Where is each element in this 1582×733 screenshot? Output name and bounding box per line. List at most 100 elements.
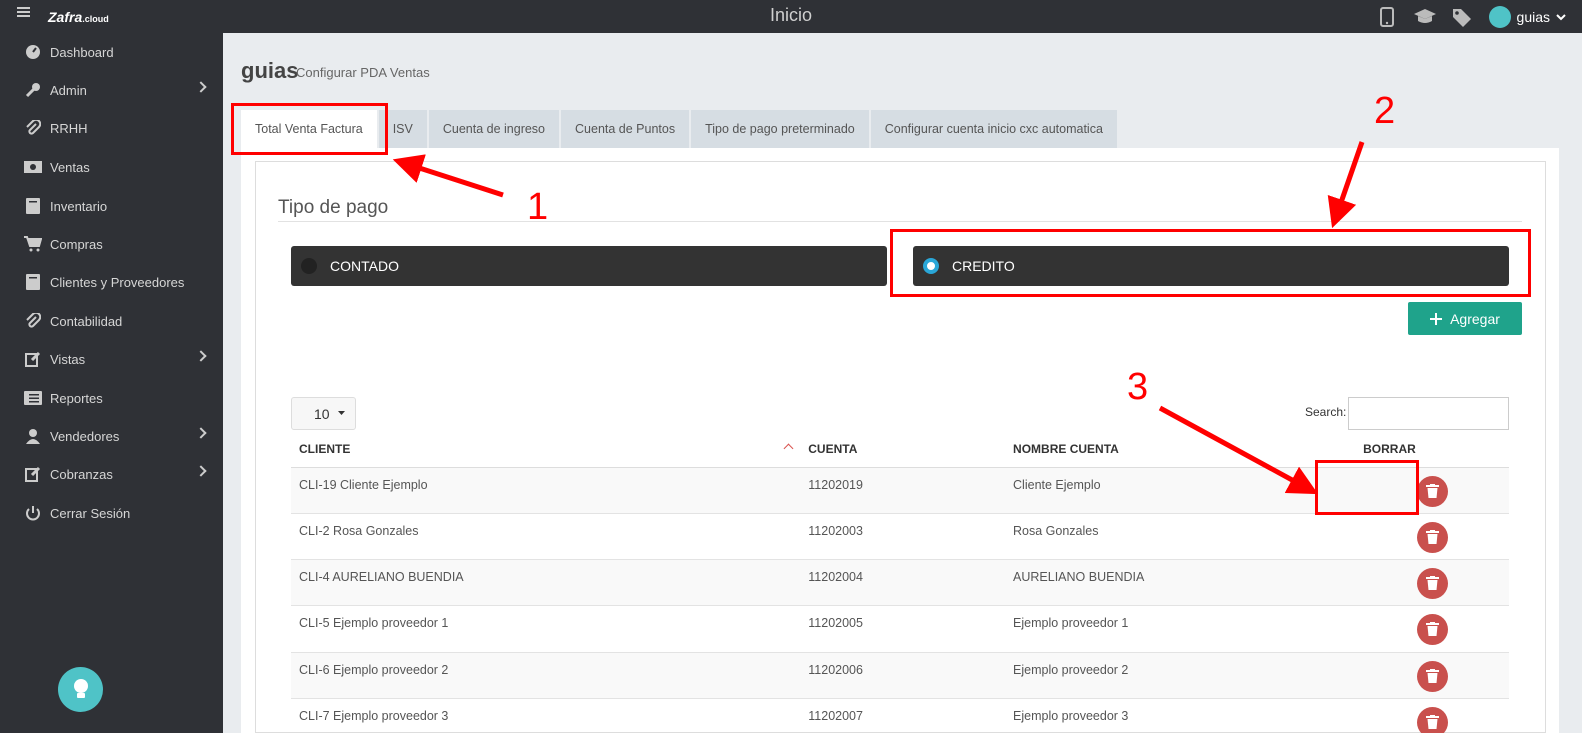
table-row: CLI-5 Ejemplo proveedor 1 11202005 Ejemplo…	[291, 605, 1509, 653]
plus-icon	[1430, 312, 1443, 325]
graduation-cap-icon[interactable]	[1413, 6, 1437, 28]
sidebar-item-admin[interactable]: Admin	[0, 72, 223, 108]
delete-button[interactable]	[1416, 568, 1448, 600]
tab-cuenta-ingreso[interactable]: Cuenta de ingreso	[428, 110, 560, 148]
annotation-box-2	[890, 229, 1531, 297]
user-menu[interactable]: guias	[1488, 6, 1566, 28]
sidebar-item-inventario[interactable]: Inventario	[0, 188, 223, 224]
search-input[interactable]	[1348, 397, 1509, 430]
tab-tipo-pago-preterminado[interactable]: Tipo de pago preterminado	[691, 110, 869, 148]
sidebar-item-label: Cobranzas	[50, 466, 113, 482]
table-row: CLI-6 Ejemplo proveedor 2 11202006 Ejemplo…	[291, 652, 1509, 699]
annotation-number-3: 3	[1127, 366, 1149, 408]
help-lightbulb-button[interactable]	[58, 667, 103, 712]
sidebar-item-label: Contabilidad	[50, 313, 123, 329]
add-button[interactable]: Agregar	[1408, 302, 1522, 335]
cell-borrar	[1355, 605, 1509, 653]
avatar	[1488, 6, 1511, 28]
sidebar-item-cobranzas[interactable]: Cobranzas	[0, 456, 223, 492]
table-row: CLI-7 Ejemplo proveedor 3 11202007 Ejemplo…	[291, 698, 1509, 733]
cell-cuenta: 11202005	[800, 605, 1006, 653]
cell-cliente: CLI-19 Cliente Ejemplo	[291, 467, 801, 514]
cell-cliente: CLI-7 Ejemplo proveedor 3	[291, 698, 801, 733]
paperclip-icon	[24, 313, 42, 329]
trash-icon	[1425, 622, 1439, 637]
page-subtitle: Configurar PDA Ventas	[296, 65, 430, 80]
sidebar-item-label: Clientes y Proveedores	[50, 274, 185, 290]
mobile-icon[interactable]	[1375, 6, 1399, 28]
book-icon	[24, 198, 42, 214]
power-icon	[24, 505, 42, 521]
page-length-select[interactable]: 10	[291, 397, 356, 430]
delete-button[interactable]	[1416, 706, 1448, 733]
cell-borrar	[1355, 513, 1509, 561]
sidebar-item-label: Inventario	[50, 198, 108, 214]
list-icon	[24, 390, 42, 406]
cell-nombre-cuenta: Ejemplo proveedor 3	[1005, 698, 1356, 733]
annotation-number-1: 1	[527, 186, 549, 228]
column-header-nombre-cuenta[interactable]: NOMBRE CUENTA	[1005, 432, 1356, 468]
search-label: Search:	[1305, 405, 1347, 419]
book-icon	[24, 274, 42, 290]
delete-button[interactable]	[1416, 660, 1448, 692]
cell-borrar	[1355, 698, 1509, 733]
page-header-title: Inicio	[769, 5, 813, 25]
user-icon	[24, 428, 42, 444]
cell-cliente: CLI-2 Rosa Gonzales	[291, 513, 801, 561]
column-header-cuenta[interactable]: CUENTA	[800, 432, 1006, 468]
trash-icon	[1425, 714, 1439, 729]
sort-asc-icon	[783, 443, 794, 454]
sidebar-item-reportes[interactable]: Reportes	[0, 380, 223, 416]
radio-contado[interactable]: CONTADO	[291, 246, 887, 286]
column-header-label: CLIENTE	[299, 442, 351, 457]
page-title: guias	[241, 58, 299, 83]
cell-cliente: CLI-4 AURELIANO BUENDIA	[291, 559, 801, 607]
trash-icon	[1425, 576, 1439, 591]
delete-button[interactable]	[1416, 614, 1448, 646]
cell-nombre-cuenta: Rosa Gonzales	[1005, 513, 1356, 561]
cell-nombre-cuenta: AURELIANO BUENDIA	[1005, 559, 1356, 607]
sidebar-item-contabilidad[interactable]: Contabilidad	[0, 303, 223, 339]
delete-button[interactable]	[1416, 475, 1448, 507]
sidebar-item-dashboard[interactable]: Dashboard	[0, 34, 223, 70]
section-title: Tipo de pago	[278, 197, 389, 218]
delete-button[interactable]	[1416, 521, 1448, 553]
cell-nombre-cuenta: Ejemplo proveedor 1	[1005, 605, 1356, 653]
chevron-right-icon	[195, 427, 207, 439]
caret-down-icon	[337, 411, 345, 415]
cell-cuenta: 11202003	[800, 513, 1006, 561]
cart-icon	[24, 236, 42, 252]
column-header-cliente[interactable]: CLIENTE	[291, 432, 801, 468]
tab-cuenta-puntos[interactable]: Cuenta de Puntos	[561, 110, 690, 148]
cell-cuenta: 11202006	[800, 652, 1006, 699]
chevron-right-icon	[195, 465, 207, 477]
sidebar-item-label: Reportes	[50, 390, 103, 406]
tab-configurar-cuenta-cxc[interactable]: Configurar cuenta inicio cxc automatica	[870, 110, 1117, 148]
annotation-box-1	[231, 103, 388, 155]
trash-icon	[1425, 483, 1439, 498]
sidebar-item-vistas[interactable]: Vistas	[0, 341, 223, 377]
edit-icon	[24, 351, 42, 367]
sidebar-item-label: Dashboard	[50, 44, 114, 60]
top-bar: Zafra.cloud Inicio guias	[0, 0, 1582, 33]
cell-borrar	[1355, 652, 1509, 699]
page-length-value: 10	[314, 405, 330, 422]
sidebar-item-cerrar-sesion[interactable]: Cerrar Sesión	[0, 495, 223, 531]
sidebar-item-ventas[interactable]: Ventas	[0, 149, 223, 185]
radio-unchecked-icon	[301, 258, 317, 274]
table-row: CLI-4 AURELIANO BUENDIA 11202004 AURELIANO…	[291, 559, 1509, 607]
sidebar-item-vendedores[interactable]: Vendedores	[0, 418, 223, 454]
cell-nombre-cuenta: Ejemplo proveedor 2	[1005, 652, 1356, 699]
trash-icon	[1425, 529, 1439, 544]
cell-cuenta: 11202019	[800, 467, 1006, 514]
sidebar-item-compras[interactable]: Compras	[0, 226, 223, 262]
cell-borrar	[1355, 559, 1509, 607]
sidebar-item-rrhh[interactable]: RRHH	[0, 110, 223, 146]
tags-icon[interactable]	[1451, 6, 1475, 28]
sidebar-item-label: Admin	[50, 82, 87, 98]
cell-cuenta: 11202007	[800, 698, 1006, 733]
sidebar-item-clientes-proveedores[interactable]: Clientes y Proveedores	[0, 264, 223, 300]
annotation-number-2: 2	[1374, 90, 1396, 132]
cell-cliente: CLI-6 Ejemplo proveedor 2	[291, 652, 801, 699]
divider	[278, 221, 1522, 222]
